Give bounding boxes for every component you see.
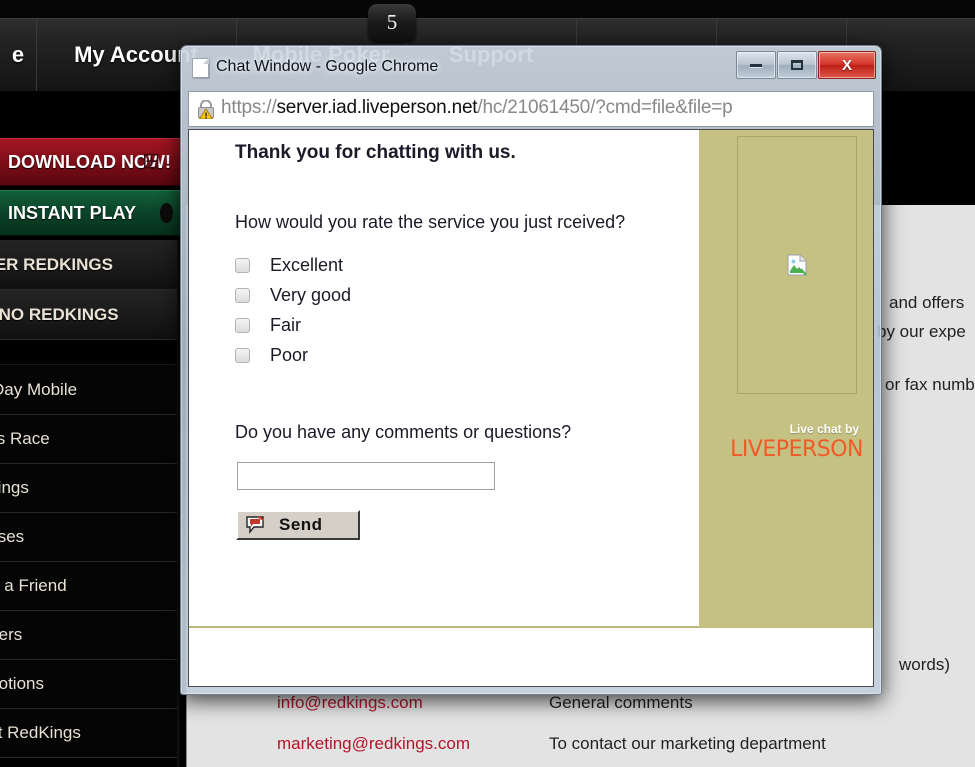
liveperson-byline: Live chat by	[789, 422, 859, 436]
sidebar-item-label: CASINO REDKINGS	[0, 304, 119, 324]
maximize-icon	[778, 52, 816, 78]
sidebar-item-label: Bonuses	[0, 527, 25, 546]
sidebar-item-0[interactable]: POKER REDKINGS	[0, 240, 181, 290]
minimize-icon	[737, 52, 775, 78]
rating-option-1[interactable]: Very good	[235, 280, 351, 310]
screen-root: eMy AccountMobile PokerSupport 5 DOWNLOA…	[0, 0, 975, 767]
sidebar-item-5[interactable]: Rankings	[0, 464, 181, 513]
sidebar-item-label: Promotions	[0, 674, 44, 693]
liveperson-panel: Live chat by LIVEPERSON	[699, 130, 873, 628]
rating-options: Excellent Very good Fair Poor	[235, 250, 351, 370]
checkbox-icon[interactable]	[235, 317, 250, 333]
sidebar-item-label: About RedKings	[0, 723, 81, 742]
chat-window: Chat Window - Google Chrome X https://se…	[180, 45, 882, 695]
nav-item-label: e	[11, 42, 25, 67]
checkbox-icon[interactable]	[235, 257, 250, 273]
rating-option-2[interactable]: Fair	[235, 310, 351, 340]
sidebar-item-1[interactable]: CASINO REDKINGS	[0, 290, 181, 340]
rating-option-3[interactable]: Poor	[235, 340, 351, 370]
sidebar-item-10[interactable]: About RedKings	[0, 709, 181, 758]
rating-option-label: Fair	[270, 314, 301, 335]
close-button[interactable]: X	[818, 51, 876, 79]
email-link-1[interactable]: marketing@redkings.com	[277, 734, 470, 754]
checkbox-icon[interactable]	[235, 287, 250, 303]
nav-badge-count: 5	[368, 4, 416, 42]
site-sidebar: POKER REDKINGS CASINO REDKINGS Pay Day Mob…	[0, 240, 181, 758]
rating-option-label: Poor	[270, 344, 309, 365]
content-text-4: General comments	[549, 693, 693, 712]
instant-play-button[interactable]: INSTANT PLAY	[0, 190, 180, 236]
sidebar-item-4[interactable]: Points Race	[0, 415, 181, 464]
chat-bubble-icon	[246, 516, 265, 534]
nav-item-0[interactable]: e	[0, 19, 37, 91]
page-viewport: Thank you for chatting with us. How woul…	[188, 129, 874, 687]
instant-play-label: INSTANT PLAY	[8, 202, 137, 223]
rating-question-label: How would you rate the service you just …	[235, 212, 626, 232]
document-icon	[192, 58, 209, 78]
sidebar-item-label: Pay Day Mobile	[0, 379, 78, 399]
sidebar-item-7[interactable]: Refer a Friend	[0, 562, 181, 611]
send-label: Send	[279, 515, 323, 534]
sidebar-item-3[interactable]: Pay Day Mobile	[0, 365, 181, 415]
minimize-button[interactable]	[736, 51, 776, 79]
sidebar-item-6[interactable]: Bonuses	[0, 513, 181, 562]
comments-input[interactable]	[237, 462, 495, 490]
broken-image-icon	[787, 254, 807, 276]
liveperson-brand: LIVEPERSON	[730, 437, 863, 462]
content-text-1: by our expe	[877, 322, 966, 341]
window-titlebar[interactable]: Chat Window - Google Chrome X	[180, 45, 882, 89]
instant-play-dot-icon	[160, 203, 173, 223]
send-button[interactable]: Send	[236, 510, 360, 540]
promo-image-placeholder	[737, 136, 857, 394]
email-link-0[interactable]: info@redkings.com	[277, 693, 423, 713]
content-text-5: To contact our marketing department	[549, 734, 826, 753]
lock-warning-icon	[198, 100, 214, 119]
sidebar-item-label: Points Race	[0, 429, 50, 448]
content-text-2: or fax numb	[885, 375, 975, 394]
maximize-button[interactable]	[777, 51, 817, 79]
sidebar-item-label: Rankings	[0, 478, 29, 497]
thank-you-heading: Thank you for chatting with us.	[235, 142, 516, 163]
content-text-0: and offers	[889, 293, 965, 312]
windows-logo-icon: ⊞	[142, 148, 161, 173]
sidebar-item-label: Refer a Friend	[0, 576, 67, 595]
rating-option-0[interactable]: Excellent	[235, 250, 351, 280]
address-bar[interactable]: https://server.iad.liveperson.net/hc/210…	[188, 91, 874, 127]
sidebar-item-label: POKER REDKINGS	[0, 254, 113, 274]
rating-option-label: Very good	[270, 284, 352, 305]
rating-option-label: Excellent	[270, 254, 344, 275]
checkbox-icon[interactable]	[235, 347, 250, 363]
url-path: /hc/21061450/?cmd=file&file=p	[477, 97, 733, 118]
comments-question-label: Do you have any comments or questions?	[235, 422, 572, 442]
url-host: server.iad.liveperson.net	[276, 97, 478, 118]
window-controls: X	[735, 51, 876, 79]
sidebar-item-8[interactable]: Partners	[0, 611, 181, 660]
sidebar-item-9[interactable]: Promotions	[0, 660, 181, 709]
address-bar-url: https://server.iad.liveperson.net/hc/210…	[221, 97, 733, 119]
sidebar-item-2	[0, 340, 181, 365]
top-strip	[0, 0, 975, 18]
window-title: Chat Window - Google Chrome	[216, 58, 439, 75]
url-scheme: https://	[221, 97, 277, 118]
sidebar-item-label: Partners	[0, 625, 23, 644]
content-text-3: words)	[899, 655, 951, 674]
survey-pane: Thank you for chatting with us. How woul…	[189, 130, 699, 628]
close-icon: X	[841, 56, 852, 74]
